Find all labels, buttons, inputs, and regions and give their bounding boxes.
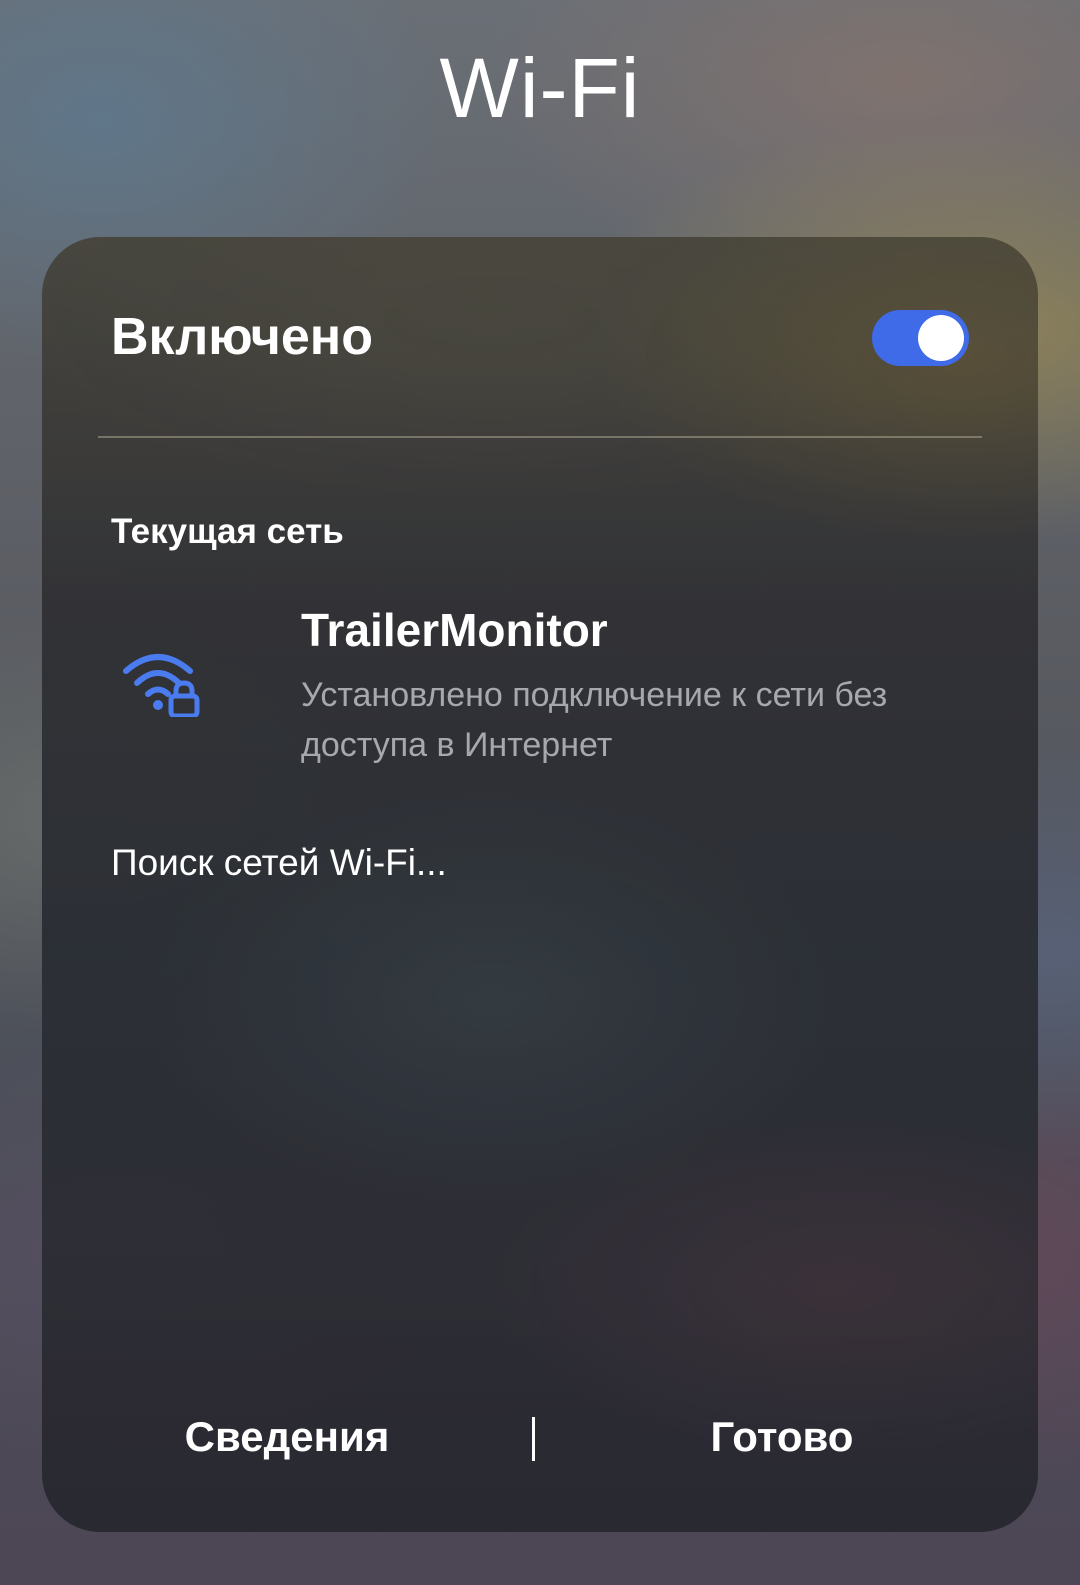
network-status: Установлено подключение к сети без досту…	[301, 676, 888, 764]
divider	[98, 436, 982, 438]
wifi-lock-icon	[123, 654, 200, 717]
done-button[interactable]: Готово	[562, 1407, 1002, 1467]
dialog-footer: Сведения Готово	[42, 1377, 1038, 1497]
scanning-status: Поиск сетей Wi-Fi...	[111, 842, 447, 883]
page-title: Wi-Fi	[439, 41, 641, 135]
footer-separator	[532, 1417, 535, 1461]
toggle-knob	[918, 315, 964, 361]
current-network-heading: Текущая сеть	[111, 512, 344, 551]
details-button[interactable]: Сведения	[67, 1407, 507, 1467]
current-network-item[interactable]: TrailerMonitor Установлено подключение к…	[42, 587, 1038, 777]
network-name: TrailerMonitor	[301, 604, 608, 656]
wifi-toggle-row[interactable]: Включено	[42, 237, 1038, 437]
wifi-toggle-label: Включено	[111, 308, 373, 366]
wifi-toggle-switch[interactable]	[872, 310, 969, 366]
wifi-panel: Включено Текущая сеть TrailerMonitor Уст…	[42, 237, 1038, 1532]
